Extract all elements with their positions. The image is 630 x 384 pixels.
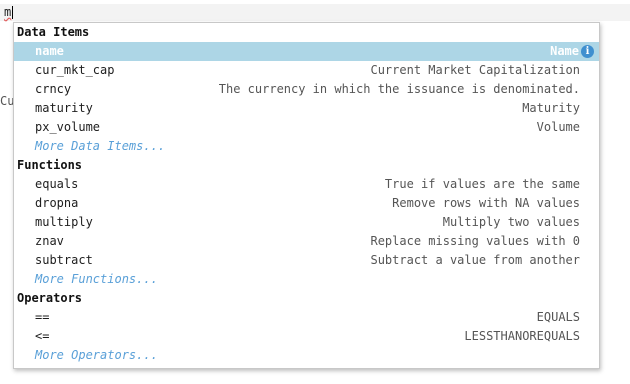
suggestion-name[interactable]: name Name i [14,42,599,61]
suggestion-equals[interactable]: equals True if values are the same [14,175,599,194]
suggestion-description: Remove rows with NA values [392,196,580,210]
suggestion-description: Maturity [522,101,580,115]
text-caret [12,6,13,19]
suggestion-description: Current Market Capitalization [370,63,580,77]
suggestion-label: == [35,310,50,324]
suggestion-description: LESSTHANOREQUALS [464,329,580,343]
suggestion-description: Subtract a value from another [370,253,580,267]
suggestion-maturity[interactable]: maturity Maturity [14,99,599,118]
suggestion-label: cur_mkt_cap [35,63,115,77]
suggestion-description: Replace missing values with 0 [370,234,580,248]
more-link-label: More Functions... [35,272,158,286]
typed-text[interactable]: m [4,5,11,20]
suggestion-lessthanorequals-operator[interactable]: <= LESSTHANOREQUALS [14,327,599,346]
more-link-label: More Operators... [35,348,158,362]
suggestion-equals-operator[interactable]: == EQUALS [14,308,599,327]
suggestion-description: The currency in which the issuance is de… [218,82,580,96]
suggestion-label: subtract [35,253,93,267]
suggestion-description: Multiply two values [442,215,580,229]
more-data-items-link[interactable]: More Data Items... [14,137,599,156]
info-icon[interactable]: i [581,45,594,58]
suggestion-px-volume[interactable]: px_volume Volume [14,118,599,137]
more-operators-link[interactable]: More Operators... [14,346,599,365]
suggestion-subtract[interactable]: subtract Subtract a value from another [14,251,599,270]
more-link-label: More Data Items... [35,139,166,153]
suggestion-label: multiply [35,215,93,229]
suggestion-label: <= [35,329,50,343]
suggestion-znav[interactable]: znav Replace missing values with 0 [14,232,599,251]
suggestion-description: EQUALS [536,310,580,324]
section-header-operators: Operators [17,291,83,305]
suggestion-description: Name [550,44,579,58]
suggestion-label: name [35,44,64,58]
autocomplete-popup: Data Items name Name i cur_mkt_cap Curre… [13,22,600,369]
suggestion-label: maturity [35,101,93,115]
editor-current-line[interactable] [0,4,630,21]
suggestion-dropna[interactable]: dropna Remove rows with NA values [14,194,599,213]
suggestion-label: px_volume [35,120,101,134]
suggestion-multiply[interactable]: multiply Multiply two values [14,213,599,232]
section-header-functions: Functions [17,158,83,172]
suggestion-description: Volume [536,120,580,134]
suggestion-cur-mkt-cap[interactable]: cur_mkt_cap Current Market Capitalizatio… [14,61,599,80]
suggestion-crncy[interactable]: crncy The currency in which the issuance… [14,80,599,99]
section-header-data-items: Data Items [17,25,90,39]
suggestion-label: dropna [35,196,79,210]
suggestion-label: crncy [35,82,72,96]
more-functions-link[interactable]: More Functions... [14,270,599,289]
suggestion-label: znav [35,234,64,248]
suggestion-label: equals [35,177,79,191]
suggestion-description: True if values are the same [384,177,580,191]
